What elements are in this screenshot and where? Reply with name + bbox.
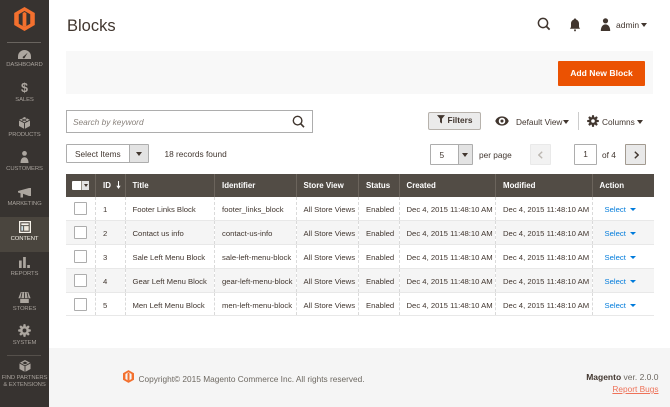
svg-text:$: $ — [21, 81, 28, 94]
